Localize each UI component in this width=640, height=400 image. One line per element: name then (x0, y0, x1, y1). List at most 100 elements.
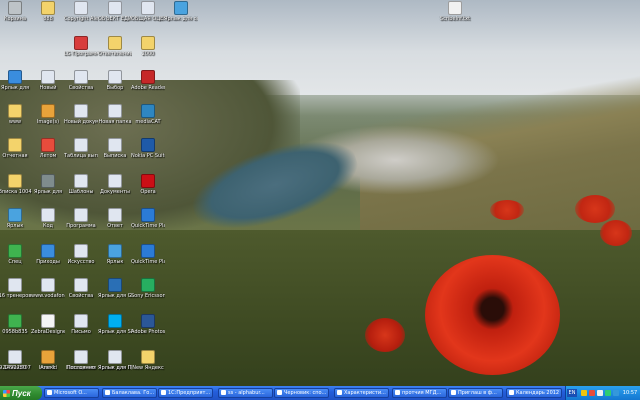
desktop-icon-label: Документы (100, 189, 130, 195)
desktop-icon[interactable]: Ярлык для Skype (98, 314, 132, 335)
desktop-icon[interactable]: Opera (131, 174, 165, 195)
desktop-icon-label: Свойства (68, 293, 94, 299)
document-icon (108, 1, 122, 15)
desktop-icon[interactable]: 888 (31, 1, 65, 22)
desktop-icon-label: Отчетная (2, 153, 28, 159)
desktop-icon-label: Письмо (71, 329, 91, 335)
desktop-icon[interactable]: Постоянно (64, 350, 98, 371)
lg-icon (74, 36, 88, 50)
desktop-icon-label: ZebraDesigner (31, 329, 65, 335)
desktop-icon[interactable]: Ярлык для (31, 174, 65, 195)
taskbar-button[interactable]: Черновик: спо... (274, 388, 329, 398)
desktop-icon[interactable]: Adobe Reader 9 (131, 70, 165, 91)
desktop-icon[interactable]: 16 тренеров (0, 278, 32, 299)
tray-icon-app[interactable] (613, 390, 619, 396)
desktop-icon[interactable]: Свойства (64, 70, 98, 91)
wallpaper-poppy (365, 318, 405, 352)
desktop-icon[interactable]: Приходы (31, 244, 65, 265)
desktop-icon[interactable]: Ярлык для Презентации (98, 350, 132, 371)
desktop-icon[interactable]: Выписка (98, 138, 132, 159)
taskbar-button-label: Приглаш в ф... (458, 390, 497, 396)
taskbar-button[interactable]: протчия МГД... (392, 388, 447, 398)
desktop-icon[interactable]: Новый (31, 70, 65, 91)
desktop-icon[interactable]: www.vodafone (31, 278, 65, 299)
windows-logo-icon (3, 389, 10, 397)
desktop-icon[interactable]: Ответвление (98, 36, 132, 57)
folder-icon (41, 1, 55, 15)
desktop-icon[interactable]: Nokia PC Suite (131, 138, 165, 159)
document-icon (8, 350, 22, 364)
desktop-icon[interactable]: Ярлык для сетевого (164, 1, 198, 22)
desktop-icon[interactable]: Adobe Photoshop (131, 314, 165, 335)
window-icon (105, 390, 110, 395)
desktop-icon[interactable]: QuickTime Player (131, 244, 165, 265)
tray-icon-volume[interactable] (597, 390, 603, 396)
tray-icon-antivirus[interactable] (589, 390, 595, 396)
desktop-icon[interactable]: QuickTime Player (131, 208, 165, 229)
desktop-icon[interactable]: 1492750 (0, 350, 32, 371)
desktop-icon[interactable]: Ярлык (98, 244, 132, 265)
document-icon (108, 208, 122, 222)
taskbar-button[interactable]: Характеристи... (334, 388, 389, 398)
desktop-icon[interactable]: Спец (0, 244, 32, 265)
desktop-icon[interactable]: New Яндекс (131, 350, 165, 371)
desktop-icon[interactable]: Новая папка (98, 104, 132, 125)
desktop-icon[interactable]: Ярлык (0, 208, 32, 229)
desktop-icon[interactable]: Новый документ (64, 104, 98, 125)
desktop-icon[interactable]: Выбор (98, 70, 132, 91)
window-icon (47, 390, 52, 395)
desktop-icon-label: Постоянно (66, 365, 96, 371)
desktop-icon[interactable]: Алекс (31, 350, 65, 371)
desktop-icon[interactable]: 2000 (131, 36, 165, 57)
desktop-icon-label: Свойства (68, 85, 94, 91)
desktop-icon[interactable]: Отчетная (0, 138, 32, 159)
folder-icon (141, 36, 155, 50)
desktop-icon-label: Ярлык (106, 259, 124, 265)
desktop-icon[interactable]: ОБЪЕКТ ЕДИНОЙ (98, 1, 132, 22)
desktop-icon[interactable]: ScribeInf.txt (438, 1, 472, 22)
desktop-icon[interactable]: Вписка 1004 (0, 174, 32, 195)
desktop-icon-label: Adobe Reader 9 (131, 85, 165, 91)
adobe-reader-icon (141, 70, 155, 84)
tray-icon-app[interactable] (605, 390, 611, 396)
clock[interactable]: 10:57 (620, 386, 640, 400)
wallpaper-poppy-large (425, 255, 560, 375)
desktop-icon[interactable]: LG Программы (64, 36, 98, 57)
desktop-icon[interactable]: ОБЩАЯ ОЦЕНКА (131, 1, 165, 22)
tray-icon-network[interactable] (581, 390, 587, 396)
desktop-icon[interactable]: Ярлык для GoogleEarth (98, 278, 132, 299)
taskbar-button[interactable]: Балаклава. Го... (102, 388, 157, 398)
desktop-icon[interactable]: 0958b835 (0, 314, 32, 335)
desktop-icon[interactable]: Шаблоны (64, 174, 98, 195)
desktop-icon-label: Программа (66, 223, 96, 229)
desktop-icon[interactable]: Свойства (64, 278, 98, 299)
taskbar-button-label: Черновик: спо... (284, 390, 327, 396)
desktop-icon-label: Ярлык для (33, 189, 63, 195)
desktop-icon[interactable]: Image(s) (31, 104, 65, 125)
desktop-icon[interactable]: Летом (31, 138, 65, 159)
desktop-icon[interactable]: mediaCAT (131, 104, 165, 125)
desktop-icon[interactable]: ZebraDesigner (31, 314, 65, 335)
taskbar-button[interactable]: Приглаш в ф... (448, 388, 503, 398)
desktop-icon[interactable]: Ответ (98, 208, 132, 229)
taskbar-button[interactable]: Microsoft O... (44, 388, 99, 398)
desktop-icon[interactable]: Письмо (64, 314, 98, 335)
start-button[interactable]: Пуск (0, 386, 42, 400)
desktop-icon[interactable]: Код (31, 208, 65, 229)
desktop-icon[interactable]: www (0, 104, 32, 125)
wallpaper-poppy (490, 200, 524, 220)
desktop-icon[interactable]: Искусство (64, 244, 98, 265)
taskbar-button[interactable]: ss - alphabur... (218, 388, 273, 398)
taskbar-button[interactable]: Календарь 2012 (506, 388, 562, 398)
desktop-icon[interactable]: Таблица выписок (64, 138, 98, 159)
desktop-icon-label: Корзина (3, 16, 27, 22)
desktop-icon[interactable]: Copyright Alex Sov (64, 1, 98, 22)
language-indicator[interactable]: EN (567, 389, 577, 397)
desktop-icon[interactable]: Sony Ericsson PC Suite (131, 278, 165, 299)
pdf-icon (41, 138, 55, 152)
taskbar-button[interactable]: 1С:Предприят... (158, 388, 213, 398)
desktop-icon[interactable]: Ярлык для (0, 70, 32, 91)
desktop-icon[interactable]: Программа (64, 208, 98, 229)
desktop-icon[interactable]: Документы (98, 174, 132, 195)
desktop-icon[interactable]: Корзина (0, 1, 32, 22)
